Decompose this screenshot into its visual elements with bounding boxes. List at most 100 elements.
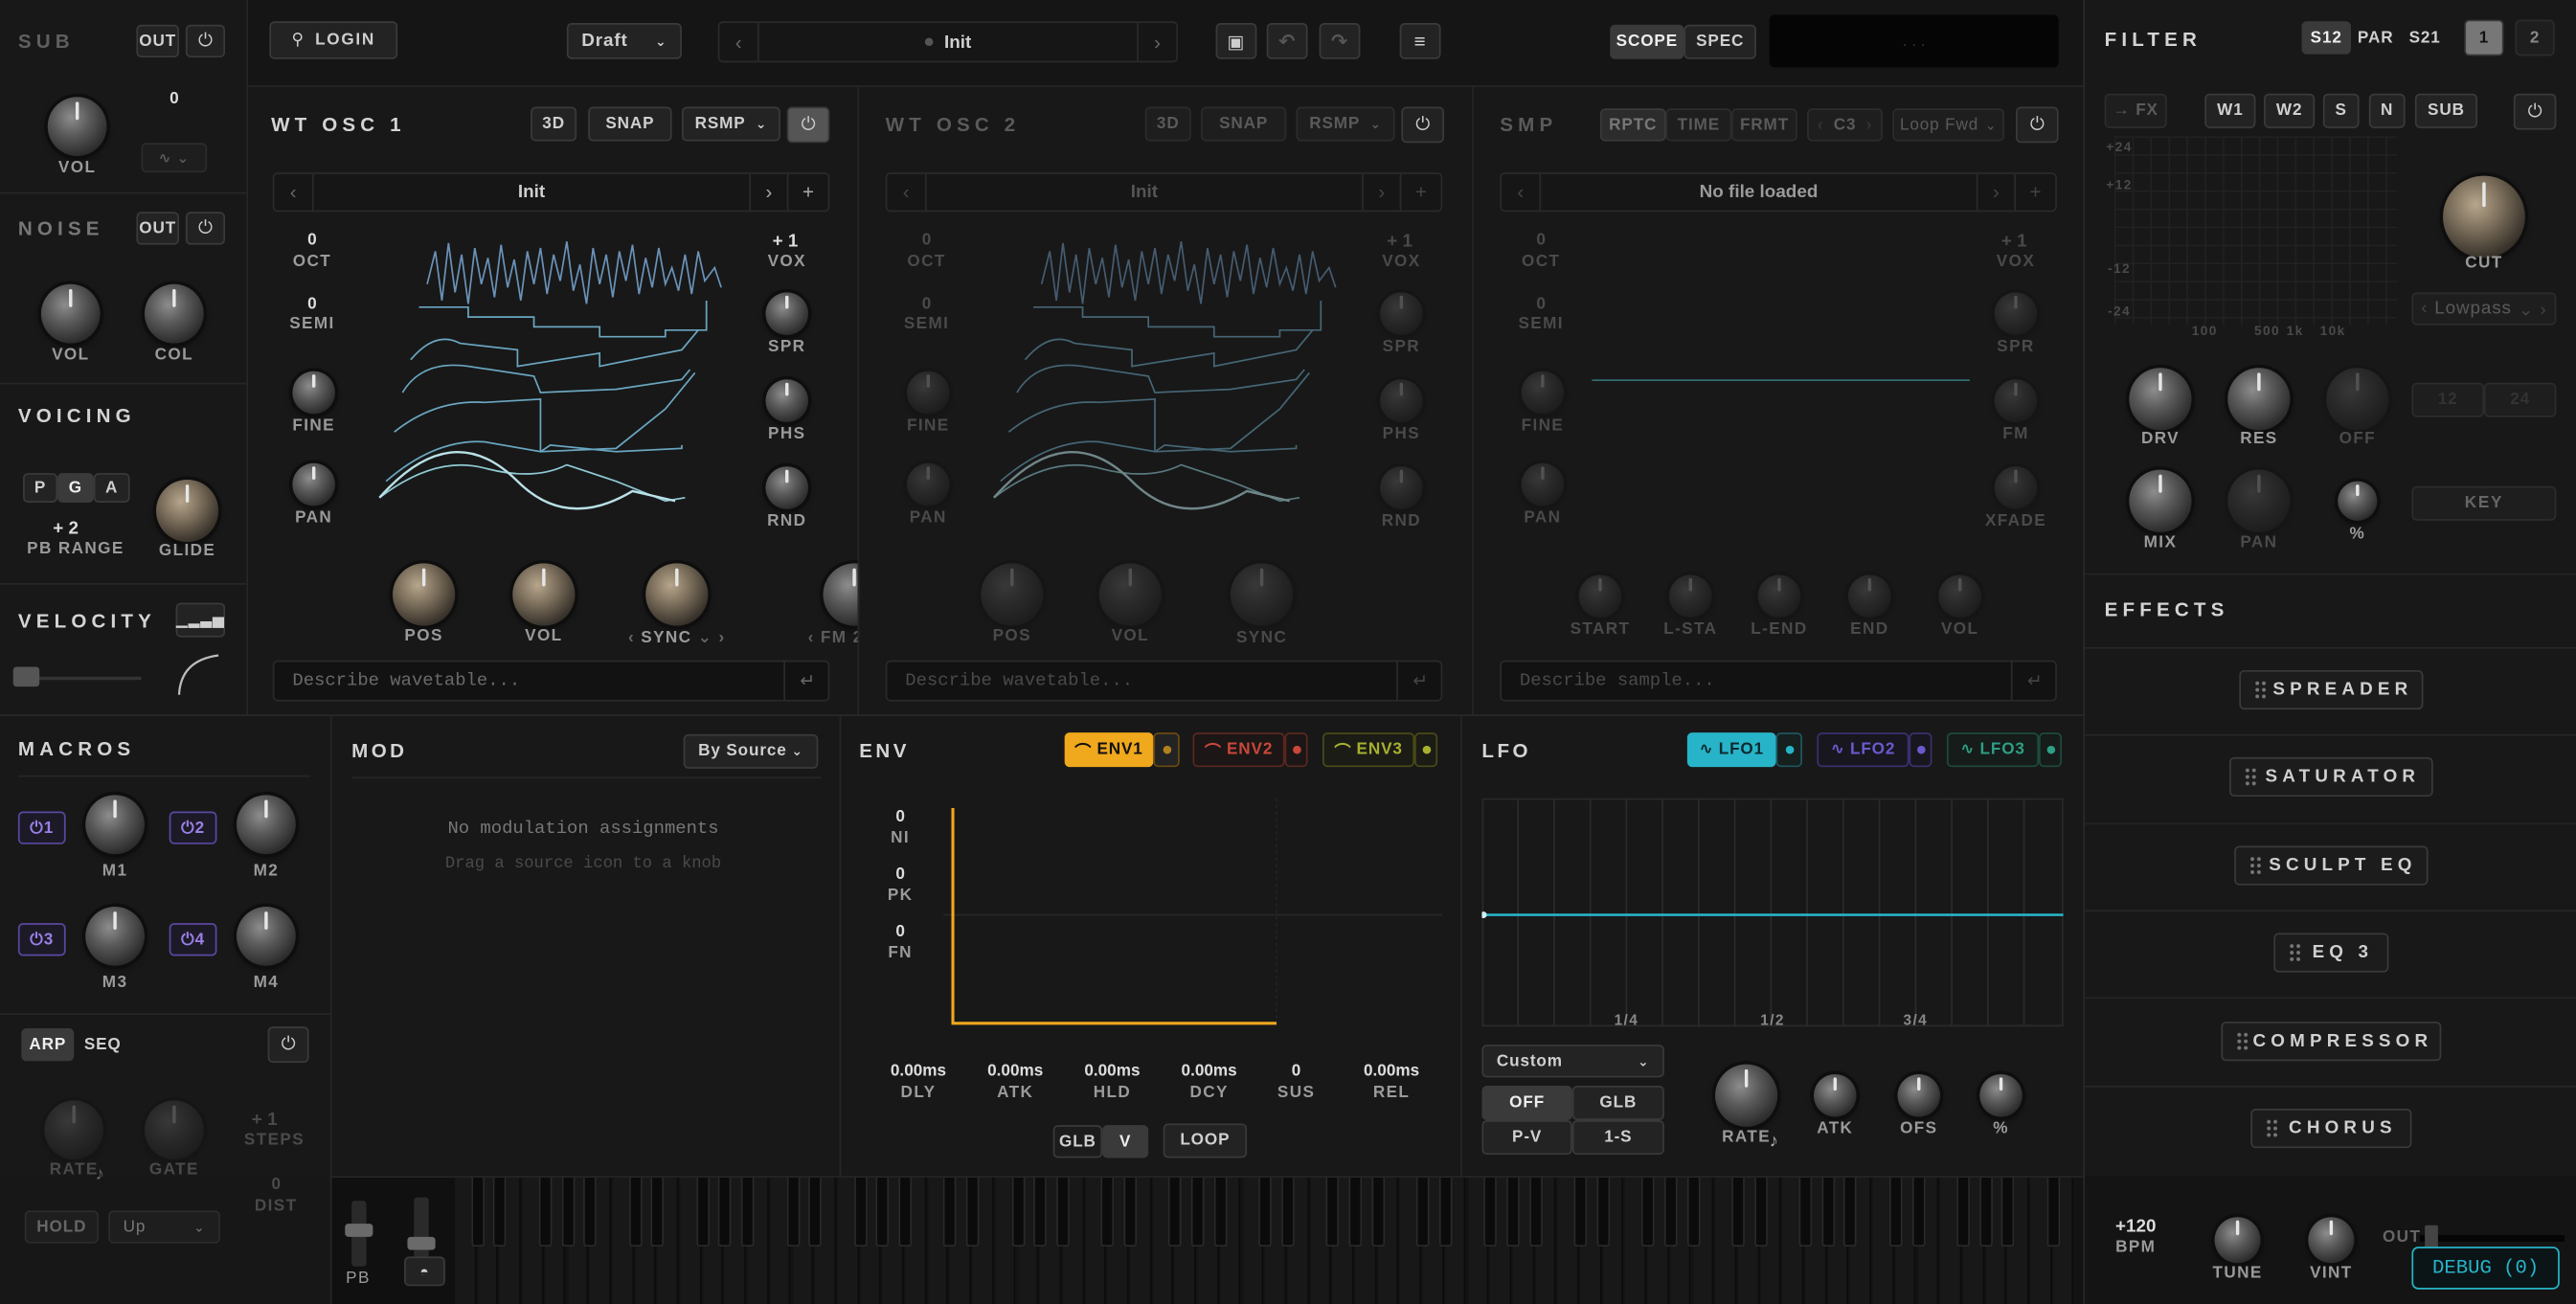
black-key[interactable] (808, 1178, 823, 1248)
black-key[interactable] (628, 1178, 643, 1248)
mod-by-source-select[interactable]: By Source ⌄ (683, 733, 819, 769)
black-key[interactable] (1415, 1178, 1430, 1248)
osc1-power-button[interactable]: ⏻ (786, 106, 830, 144)
osc2-rnd-knob[interactable] (1380, 466, 1423, 509)
scope-button[interactable]: SCOPE (1610, 24, 1684, 59)
drag-handle-icon[interactable] (2265, 1118, 2279, 1138)
env-glb-button[interactable]: GLB (1052, 1125, 1103, 1158)
osc2-enter-icon[interactable]: ↵ (1396, 660, 1442, 702)
osc1-fine-knob[interactable] (292, 371, 335, 415)
osc1-phs-knob[interactable] (765, 379, 809, 422)
note-sync-icon[interactable]: ♪ (1770, 1132, 1778, 1152)
filter-slot-1[interactable]: 1 (2464, 19, 2504, 56)
lfo3-dot[interactable] (2039, 732, 2063, 768)
smp-loop-select[interactable]: Loop Fwd ⌄ (1892, 108, 2004, 142)
menu-icon[interactable]: ≡ (1399, 23, 1441, 59)
velocity-curve-icon[interactable] (177, 654, 220, 697)
black-key[interactable] (1686, 1178, 1700, 1248)
filter-cut-knob[interactable] (2443, 175, 2525, 259)
macro-3-knob[interactable] (85, 906, 145, 966)
arp-power-button[interactable]: ⏻ (267, 1026, 309, 1063)
env-loop-button[interactable]: LOOP (1163, 1123, 1248, 1158)
mod-wheel-handle[interactable] (407, 1236, 436, 1250)
black-key[interactable] (1663, 1178, 1678, 1248)
smp-root-note[interactable]: ‹ C3 › (1807, 108, 1884, 142)
seq-tab[interactable]: SEQ (74, 1028, 131, 1061)
black-key[interactable] (1798, 1178, 1813, 1248)
macro-4-knob[interactable] (237, 906, 296, 966)
filter-pct-knob[interactable] (2338, 481, 2378, 521)
osc1-rnd-knob[interactable] (765, 466, 809, 509)
osc2-rsmp-select[interactable]: RSMP ⌄ (1296, 106, 1395, 142)
filter-slot-2[interactable]: 2 (2515, 19, 2555, 56)
filter-src-sub[interactable]: SUB (2414, 93, 2478, 128)
osc1-pos-knob[interactable] (393, 563, 456, 626)
filter-res-knob[interactable] (2227, 368, 2291, 431)
black-key[interactable] (898, 1178, 913, 1248)
lfo-mode-pv[interactable]: P-V (1481, 1120, 1572, 1156)
osc2-snap-button[interactable]: SNAP (1201, 106, 1287, 142)
filter-src-w1[interactable]: W1 (2204, 93, 2256, 128)
smp-enter-icon[interactable]: ↵ (2010, 660, 2057, 702)
black-key[interactable] (2001, 1178, 2015, 1248)
lfo-rate-knob[interactable] (1715, 1064, 1778, 1127)
black-key[interactable] (2046, 1178, 2060, 1248)
env3-dot[interactable] (1414, 732, 1438, 768)
login-button[interactable]: ⚲ LOGIN (269, 21, 398, 59)
smp-add-icon[interactable]: + (2016, 174, 2055, 211)
black-key[interactable] (853, 1178, 868, 1248)
redo-icon[interactable]: ↷ (1319, 23, 1361, 59)
black-key[interactable] (785, 1178, 800, 1248)
voice-mode-glide[interactable]: G (57, 473, 94, 503)
filter-key-button[interactable]: KEY (2411, 485, 2557, 521)
osc2-wt-add-icon[interactable]: + (1401, 174, 1440, 211)
osc1-3d-button[interactable]: 3D (531, 106, 577, 142)
preset-state-select[interactable]: Draft ⌄ (566, 23, 682, 59)
smp-end-knob[interactable] (1848, 574, 1891, 618)
black-key[interactable] (740, 1178, 755, 1248)
black-key[interactable] (965, 1178, 980, 1248)
env-v-button[interactable]: V (1102, 1125, 1149, 1158)
filter-off-knob[interactable] (2326, 368, 2389, 431)
black-key[interactable] (1168, 1178, 1183, 1248)
osc1-spr-knob[interactable] (765, 292, 809, 335)
filter-slope-24[interactable]: 24 (2483, 382, 2557, 417)
black-key[interactable] (1978, 1178, 1993, 1248)
black-key[interactable] (650, 1178, 665, 1248)
black-key[interactable] (1731, 1178, 1745, 1248)
undo-icon[interactable]: ↶ (1266, 23, 1308, 59)
lfo-mode-glb[interactable]: GLB (1571, 1085, 1664, 1121)
noise-col-knob[interactable] (144, 283, 204, 344)
bpm-value[interactable]: +120 (2106, 1217, 2165, 1237)
macro-4-source[interactable]: ⏻ 4 (169, 923, 217, 956)
black-key[interactable] (1033, 1178, 1048, 1248)
black-key[interactable] (560, 1178, 575, 1248)
osc1-pan-knob[interactable] (292, 462, 335, 506)
smp-next[interactable]: › (1976, 173, 2016, 211)
voice-mode-poly[interactable]: P (23, 473, 58, 503)
drag-handle-icon[interactable] (2235, 1031, 2249, 1051)
filter-route-par[interactable]: PAR (2351, 21, 2400, 54)
fx-sculpt-eq[interactable]: SCULPT EQ (2234, 845, 2429, 886)
velocity-bars-button[interactable]: ▁▂▃▅ (175, 602, 226, 638)
smp-start-knob[interactable] (1578, 574, 1622, 618)
black-key[interactable] (1055, 1178, 1070, 1248)
macro-1-knob[interactable] (85, 795, 145, 855)
black-key[interactable] (695, 1178, 710, 1248)
black-key[interactable] (493, 1178, 508, 1248)
velocity-slider-handle[interactable] (12, 666, 40, 687)
arp-rate-knob[interactable] (44, 1100, 104, 1160)
lfo-mode-1s[interactable]: 1-S (1571, 1120, 1664, 1156)
fx-eq3[interactable]: EQ 3 (2273, 933, 2389, 973)
master-out-handle[interactable] (2425, 1225, 2438, 1248)
osc1-sync-knob[interactable] (645, 563, 709, 626)
black-key[interactable] (1888, 1178, 1903, 1248)
preset-prev-button[interactable]: ‹ (719, 23, 759, 61)
save-icon[interactable]: ▣ (1215, 23, 1257, 59)
osc1-vol-knob[interactable] (512, 563, 576, 626)
osc2-pos-knob[interactable] (981, 563, 1044, 626)
osc1-wt-add-icon[interactable]: + (788, 174, 827, 211)
master-tune-knob[interactable] (2214, 1217, 2261, 1264)
lfo-atk-knob[interactable] (1813, 1073, 1857, 1117)
black-key[interactable] (875, 1178, 890, 1248)
